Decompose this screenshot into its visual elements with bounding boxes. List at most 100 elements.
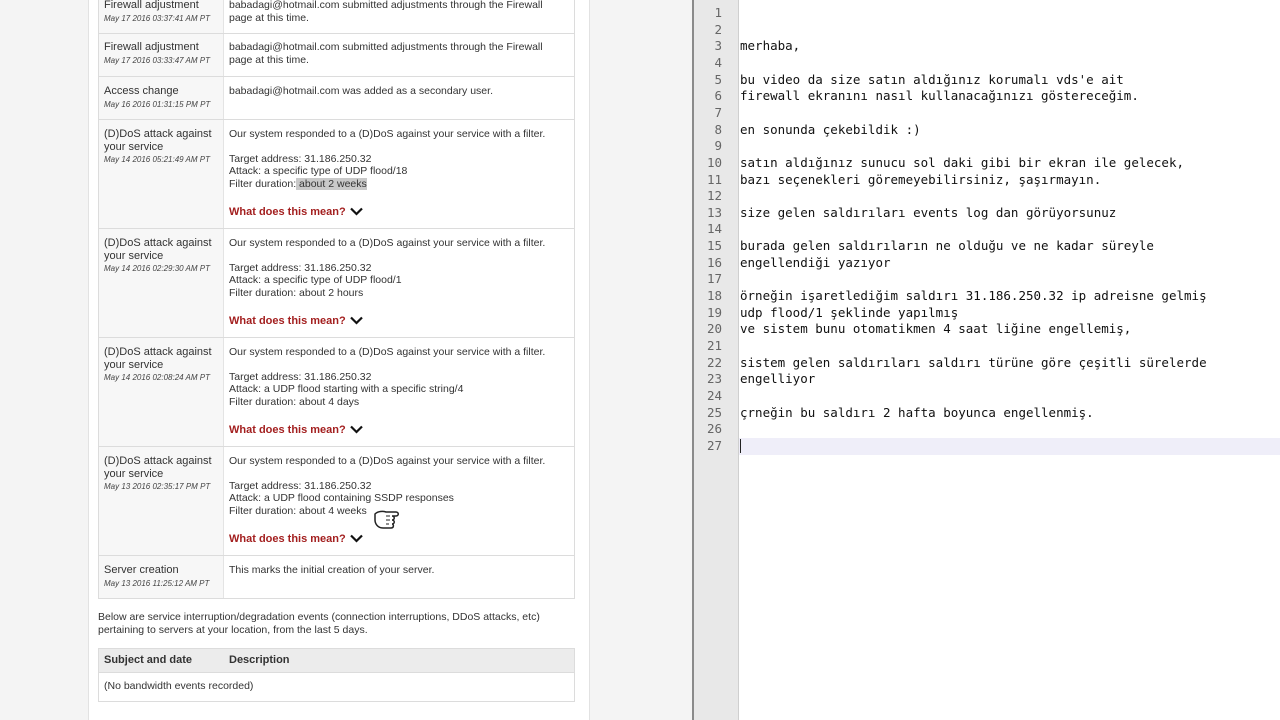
table-row: (D)DoS attack against your service May 1… [98, 229, 575, 338]
event-subject: Firewall adjustment [104, 41, 199, 53]
line-number: 12 [706, 188, 722, 204]
event-description-line: This marks the initial creation of your … [229, 564, 435, 576]
current-line-highlight [739, 438, 1280, 455]
line-number: 14 [706, 221, 722, 237]
line-number: 19 [706, 304, 722, 320]
editor-line: size gelen saldırıları events log dan gö… [740, 204, 1117, 220]
what-does-this-mean-link[interactable]: What does this mean? [229, 206, 363, 218]
filter-duration-label: Filter duration: [229, 177, 297, 190]
editor-line: en sonunda çekebildik :) [740, 121, 921, 137]
description-cell: babadagi@hotmail.com submitted adjustmen… [225, 0, 574, 24]
line-number: 27 [706, 437, 722, 453]
chevron-down-icon [349, 207, 363, 216]
target-address: Target address: 31.186.250.32 [229, 370, 372, 383]
filter-duration-value: about 4 days [296, 395, 360, 408]
target-address: Target address: 31.186.250.32 [229, 261, 372, 274]
subject-cell: Firewall adjustment May 17 2016 03:33:47… [99, 34, 224, 76]
table-header: Subject and date Description [98, 648, 575, 673]
event-subject: (D)DoS attack against your service [104, 237, 212, 262]
editor-line: ve sistem bunu otomatikmen 4 saat liğine… [740, 321, 1132, 337]
link-label: What does this mean? [229, 424, 346, 436]
editor-line: firewall ekranını nasıl kullanacağınızı … [740, 88, 1139, 104]
event-subject: Firewall adjustment [104, 0, 199, 11]
line-number: 2 [714, 21, 722, 37]
event-date: May 14 2016 02:29:30 AM PT [104, 264, 210, 273]
table-row: (D)DoS attack against your service May 1… [98, 120, 575, 229]
line-number: 9 [714, 138, 722, 154]
description-cell: Our system responded to a (D)DoS against… [225, 229, 574, 327]
line-number: 15 [706, 238, 722, 254]
filter-duration-label: Filter duration: [229, 395, 297, 408]
filter-duration-label: Filter duration: [229, 286, 297, 299]
event-description-line: page at this time. [229, 11, 309, 24]
chevron-down-icon [349, 316, 363, 325]
filter-duration: Filter duration: about 2 hours [229, 287, 574, 300]
subject-cell: (D)DoS attack against your service May 1… [99, 229, 224, 337]
browser-pane: Firewall adjustment May 17 2016 03:37:41… [0, 0, 692, 720]
selected-text-highlight: about 2 weeks [296, 177, 367, 190]
subject-cell: (D)DoS attack against your service May 1… [99, 447, 224, 555]
description-cell: babadagi@hotmail.com was added as a seco… [225, 77, 574, 98]
bandwidth-events-table: Subject and date Description (No bandwid… [98, 648, 575, 702]
event-subject: (D)DoS attack against your service [104, 346, 212, 371]
table-row: Server creation May 13 2016 11:25:12 AM … [98, 556, 575, 599]
line-number: 18 [706, 288, 722, 304]
what-does-this-mean-link[interactable]: What does this mean? [229, 315, 363, 327]
table-row: Firewall adjustment May 17 2016 03:33:47… [98, 34, 575, 77]
editor-line: bu video da size satın aldığınız korumal… [740, 71, 1124, 87]
event-date: May 14 2016 02:08:24 AM PT [104, 373, 210, 382]
filter-duration: Filter duration: about 4 days [229, 396, 574, 409]
event-subject: (D)DoS attack against your service [104, 455, 212, 480]
description-cell: babadagi@hotmail.com submitted adjustmen… [225, 34, 574, 66]
event-subject: Access change [104, 85, 179, 97]
line-number: 16 [706, 254, 722, 270]
line-number: 25 [706, 404, 722, 420]
table-row: Access change May 16 2016 01:31:15 PM PT… [98, 77, 575, 120]
what-does-this-mean-link[interactable]: What does this mean? [229, 424, 363, 436]
editor-line: engelliyor [740, 371, 816, 387]
editor-line: sistem gelen saldırıları saldırı türüne … [740, 354, 1207, 370]
table-row: Firewall adjustment May 17 2016 03:37:41… [98, 0, 575, 34]
description-cell: Our system responded to a (D)DoS against… [225, 338, 574, 436]
table-row: (D)DoS attack against your service May 1… [98, 338, 575, 447]
line-number: 11 [706, 171, 722, 187]
line-number-gutter: 1 2 3 4 5 6 7 8 9 10 11 12 13 14 15 16 17 18 19 20 21 22 23 24 2… [694, 0, 739, 720]
what-does-this-mean-link[interactable]: What does this mean? [229, 533, 363, 545]
bandwidth-note: Below are service interruption/degradati… [98, 611, 540, 636]
event-subject: (D)DoS attack against your service [104, 128, 212, 153]
line-number: 22 [706, 354, 722, 370]
line-number: 6 [714, 88, 722, 104]
attack-type: Attack: a specific type of UDP flood/1 [229, 274, 402, 286]
event-date: May 14 2016 05:21:49 AM PT [104, 155, 210, 164]
line-number: 4 [714, 54, 722, 70]
line-number: 3 [714, 38, 722, 54]
link-label: What does this mean? [229, 315, 346, 327]
target-address: Target address: 31.186.250.32 [229, 152, 372, 165]
description-cell: This marks the initial creation of your … [225, 556, 574, 577]
link-label: What does this mean? [229, 206, 346, 218]
event-subject: Server creation [104, 564, 179, 576]
line-number: 26 [706, 421, 722, 437]
attack-type: Attack: a specific type of UDP flood/18 [229, 165, 408, 177]
line-number: 13 [706, 204, 722, 220]
line-number: 10 [706, 154, 722, 170]
line-number: 8 [714, 121, 722, 137]
column-header-subject: Subject and date [104, 654, 193, 666]
hand-pointer-icon [374, 510, 399, 529]
editor-line: merhaba, [740, 38, 801, 54]
editor-line: bazı seçenekleri göremeyebilirsiniz, şaş… [740, 171, 1102, 187]
empty-state-text: (No bandwidth events recorded) [104, 680, 254, 692]
table-row: (D)DoS attack against your service May 1… [98, 447, 575, 556]
filter-duration-value: about 2 hours [296, 286, 364, 299]
event-date: May 17 2016 03:33:47 AM PT [104, 55, 210, 65]
subject-cell: Access change May 16 2016 01:31:15 PM PT [99, 77, 224, 119]
subject-cell: Server creation May 13 2016 11:25:12 AM … [99, 556, 224, 598]
text-caret [740, 439, 741, 453]
line-number: 21 [706, 338, 722, 353]
chevron-down-icon [349, 534, 363, 543]
target-address: Target address: 31.186.250.32 [229, 479, 372, 492]
filter-duration: Filter duration: about 2 weeks [229, 177, 574, 191]
text-editor[interactable]: 1 2 3 4 5 6 7 8 9 10 11 12 13 14 15 16 17 18 19 20 21 22 23 24 2… [694, 0, 1280, 720]
chevron-down-icon [349, 425, 363, 434]
editor-line: örneğin işaretlediğim saldırı 31.186.250… [740, 288, 1207, 304]
